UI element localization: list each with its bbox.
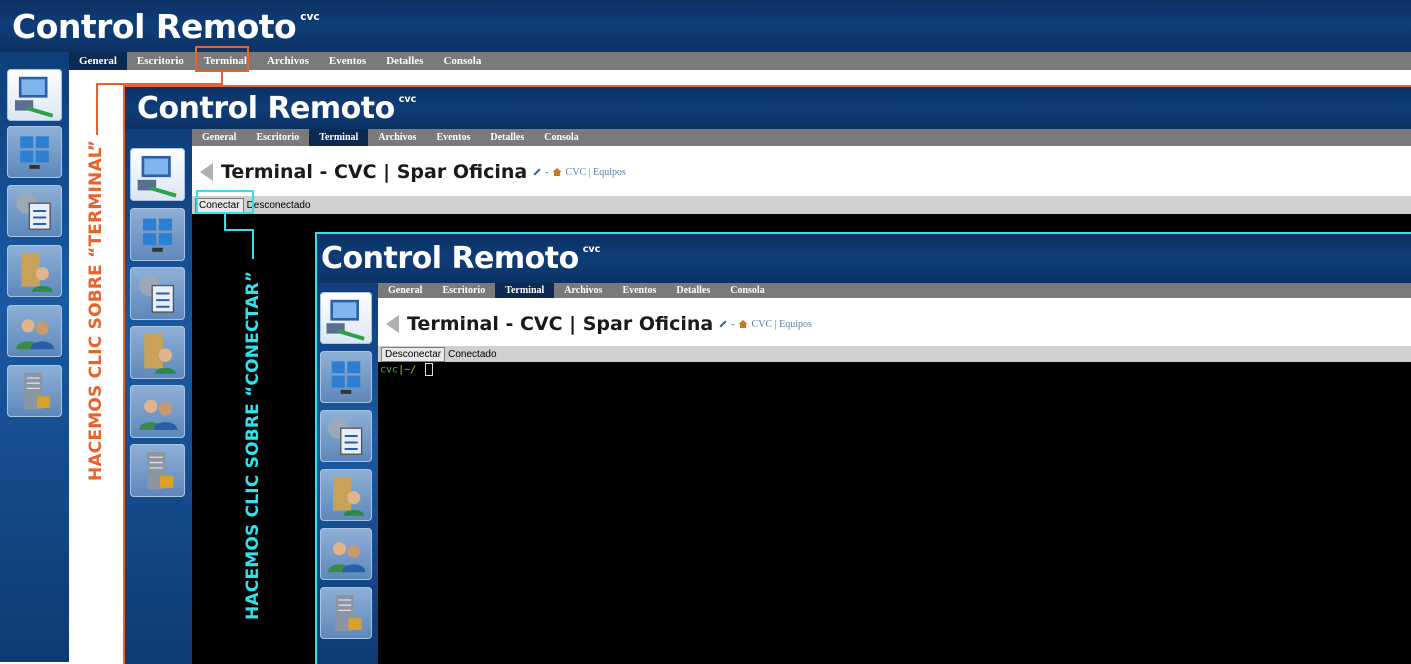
terminal-area-l3[interactable]: cvc|~/: [378, 362, 1411, 664]
app-title-l2: Control Remoto cvc: [137, 91, 416, 126]
tab-eventos[interactable]: Eventos: [319, 52, 376, 70]
connection-status-l2: Desconectado: [246, 199, 311, 211]
breadcrumb-text-l2[interactable]: CVC | Equipos: [566, 167, 626, 178]
terminal-toolbar-l3: Desconectar Conectado: [378, 346, 1411, 362]
terminal-toolbar-l2: Conectar Desconectado: [192, 196, 1411, 214]
tab-escritorio-l3[interactable]: Escritorio: [432, 283, 495, 298]
nav-tabs-l2: General Escritorio Terminal Archivos Eve…: [192, 129, 1411, 146]
desktop-windows-icon[interactable]: [130, 208, 185, 261]
breadcrumb-l3: - CVC | Equipos: [719, 319, 812, 330]
tab-general-l3[interactable]: General: [378, 283, 432, 298]
highlight-conectar-button: [196, 190, 254, 214]
page-header-l2: Terminal - CVC | Spar Oficina - CVC | Eq…: [200, 161, 626, 183]
back-arrow-icon[interactable]: [386, 315, 399, 333]
app-title: Control Remoto cvc: [12, 7, 320, 46]
app-title-sup-l2: cvc: [398, 94, 417, 106]
tab-archivos-l2[interactable]: Archivos: [368, 129, 426, 146]
page-title-l3: Terminal - CVC | Spar Oficina: [407, 313, 714, 335]
app-title-sup-l3: cvc: [582, 244, 601, 256]
edit-pencil-icon[interactable]: [533, 168, 541, 176]
tab-terminal-l3[interactable]: Terminal: [495, 283, 555, 298]
nav-tabs-l3: General Escritorio Terminal Archivos Eve…: [378, 283, 1411, 298]
settings-list-icon[interactable]: [130, 267, 185, 320]
prompt-path: |~/: [398, 364, 417, 376]
app-header-l3: Control Remoto cvc: [317, 234, 1411, 283]
app-title-text: Control Remoto: [12, 7, 297, 46]
connection-status-l3: Conectado: [448, 348, 497, 360]
tab-general[interactable]: General: [69, 52, 127, 70]
app-header-l2: Control Remoto cvc: [125, 87, 1411, 129]
page-header-l3: Terminal - CVC | Spar Oficina - CVC | Eq…: [386, 313, 812, 335]
breadcrumb-l2: - CVC | Equipos: [533, 167, 626, 178]
tab-detalles[interactable]: Detalles: [376, 52, 433, 70]
users-icon[interactable]: [320, 528, 372, 580]
terminal-prompt: cvc|~/: [380, 363, 434, 376]
annotation-click-conectar: HACEMOS CLIC SOBRE “CONECTAR”: [243, 270, 263, 620]
prompt-user: cvc: [380, 364, 399, 376]
users-icon[interactable]: [130, 385, 185, 438]
tab-general-l2[interactable]: General: [192, 129, 246, 146]
annotation-click-terminal: HACEMOS CLIC SOBRE “TERMINAL”: [86, 139, 106, 481]
content-l3: Terminal - CVC | Spar Oficina - CVC | Eq…: [378, 298, 1411, 664]
tab-consola-l2[interactable]: Consola: [534, 129, 588, 146]
tab-consola-l3[interactable]: Consola: [720, 283, 774, 298]
app-title-l3: Control Remoto cvc: [321, 241, 600, 276]
folder-user-icon[interactable]: [130, 326, 185, 379]
app-title-text-l2: Control Remoto: [137, 91, 395, 126]
computer-network-icon[interactable]: [7, 69, 62, 121]
tab-escritorio[interactable]: Escritorio: [127, 52, 194, 70]
connector-cyan-v2: [252, 229, 254, 259]
server-lock-icon[interactable]: [7, 365, 62, 417]
users-icon[interactable]: [7, 305, 62, 357]
tab-detalles-l3[interactable]: Detalles: [666, 283, 720, 298]
sidebar: [0, 52, 69, 662]
tab-archivos-l3[interactable]: Archivos: [554, 283, 612, 298]
screenshot-level3: Control Remoto cvc General Escritorio Ter…: [315, 232, 1411, 664]
edit-pencil-icon[interactable]: [719, 320, 727, 328]
computer-network-icon[interactable]: [320, 292, 372, 344]
desktop-windows-icon[interactable]: [7, 126, 62, 178]
sidebar-l3: [317, 283, 378, 664]
tab-eventos-l3[interactable]: Eventos: [612, 283, 666, 298]
screenshot-level2: Control Remoto cvc General Escritorio Ter…: [123, 85, 1411, 664]
breadcrumb-text-l3[interactable]: CVC | Equipos: [752, 319, 812, 330]
sidebar-l2: [125, 129, 192, 664]
tab-archivos[interactable]: Archivos: [257, 52, 319, 70]
tab-consola[interactable]: Consola: [433, 52, 491, 70]
settings-list-icon[interactable]: [7, 185, 62, 237]
back-arrow-icon[interactable]: [200, 163, 213, 181]
nav-tabs: General Escritorio Terminal Archivos Eve…: [69, 52, 1411, 70]
tab-eventos-l2[interactable]: Eventos: [426, 129, 480, 146]
highlight-terminal-tab: [195, 46, 249, 72]
server-lock-icon[interactable]: [130, 444, 185, 497]
tab-escritorio-l2[interactable]: Escritorio: [246, 129, 309, 146]
connector-cyan-h: [224, 229, 254, 231]
connector-orange-v2: [96, 83, 98, 135]
settings-list-icon[interactable]: [320, 410, 372, 462]
folder-user-icon[interactable]: [320, 469, 372, 521]
app-header: Control Remoto cvc: [0, 0, 1411, 52]
server-lock-icon[interactable]: [320, 587, 372, 639]
computer-network-icon[interactable]: [130, 148, 185, 201]
terminal-cursor: [425, 363, 434, 376]
desktop-windows-icon[interactable]: [320, 351, 372, 403]
home-icon: [738, 320, 748, 328]
home-icon: [552, 168, 562, 176]
app-window-outer: Control Remoto cvc General Escritorio Ter…: [0, 0, 1411, 664]
tab-detalles-l2[interactable]: Detalles: [480, 129, 534, 146]
app-title-sup: cvc: [300, 10, 320, 23]
app-title-text-l3: Control Remoto: [321, 241, 579, 276]
tab-terminal-l2[interactable]: Terminal: [309, 129, 369, 146]
connector-orange-h: [96, 83, 223, 85]
page-title-l2: Terminal - CVC | Spar Oficina: [221, 161, 528, 183]
desconectar-button[interactable]: Desconectar: [381, 346, 446, 362]
folder-user-icon[interactable]: [7, 245, 62, 297]
